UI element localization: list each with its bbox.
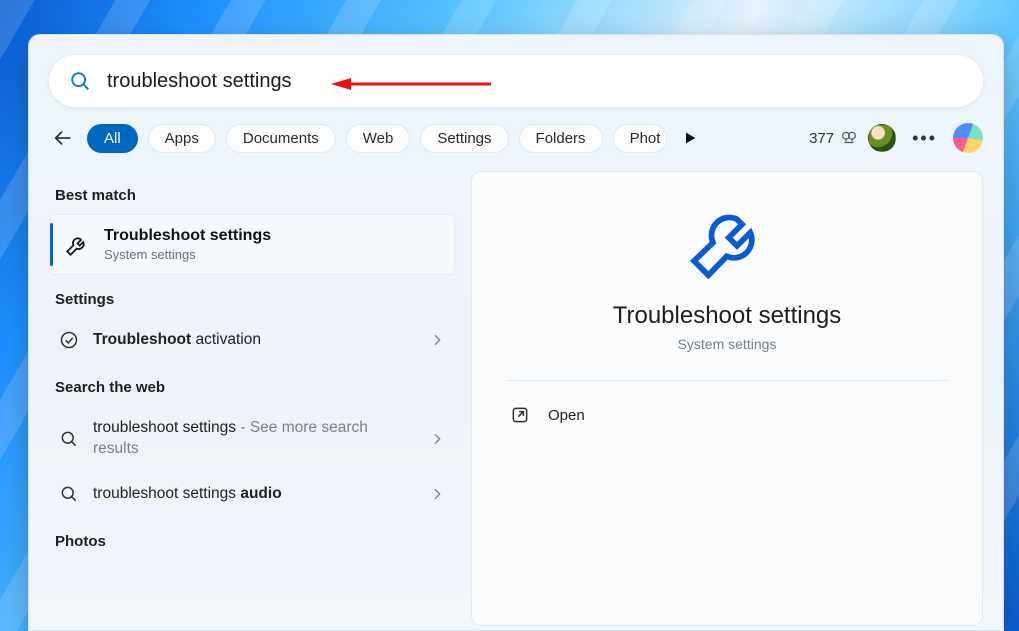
chevron-right-icon — [429, 486, 445, 502]
best-match-title: Troubleshoot settings — [104, 227, 271, 245]
search-icon — [69, 70, 91, 92]
rewards-points[interactable]: 377 — [809, 129, 858, 147]
search-bar[interactable] — [49, 55, 983, 107]
result-web-see-more[interactable]: troubleshoot settings - See more search … — [49, 406, 455, 472]
filter-tabs-row: All Apps Documents Web Settings Folders … — [29, 119, 1003, 163]
chevron-right-icon — [429, 431, 445, 447]
section-settings-label: Settings — [49, 275, 455, 318]
trophy-icon — [840, 129, 858, 147]
detail-title: Troubleshoot settings — [613, 302, 842, 330]
selection-indicator — [50, 223, 53, 266]
best-match-text: Troubleshoot settings System settings — [104, 227, 271, 262]
chevron-right-icon — [429, 332, 445, 348]
tab-documents[interactable]: Documents — [226, 124, 336, 153]
open-action[interactable]: Open — [506, 381, 948, 449]
section-search-web-label: Search the web — [49, 363, 455, 406]
section-best-match-label: Best match — [49, 171, 455, 214]
tab-folders[interactable]: Folders — [519, 124, 603, 153]
detail-subtitle: System settings — [678, 336, 777, 352]
more-options-button[interactable]: ••• — [906, 128, 943, 149]
tab-photos[interactable]: Phot — [613, 124, 668, 153]
account-avatar[interactable] — [868, 124, 896, 152]
result-troubleshoot-activation[interactable]: Troubleshoot activation — [49, 318, 455, 363]
detail-hero: Troubleshoot settings System settings — [506, 200, 948, 381]
tab-all[interactable]: All — [87, 124, 138, 153]
result-text: troubleshoot settings audio — [93, 484, 415, 505]
section-photos-label: Photos — [49, 517, 455, 560]
open-label: Open — [548, 407, 585, 424]
copilot-button[interactable] — [953, 123, 983, 153]
wrench-icon — [684, 200, 770, 286]
search-flyout: All Apps Documents Web Settings Folders … — [28, 34, 1004, 631]
results-list: Best match Troubleshoot settings System … — [49, 171, 455, 626]
best-match-result[interactable]: Troubleshoot settings System settings — [49, 214, 455, 275]
checkmark-circle-icon — [59, 330, 79, 350]
search-icon — [59, 484, 79, 504]
back-button[interactable] — [49, 124, 77, 152]
result-text: Troubleshoot activation — [93, 330, 415, 351]
search-input[interactable] — [105, 69, 963, 94]
tab-web[interactable]: Web — [346, 124, 411, 153]
result-web-audio[interactable]: troubleshoot settings audio — [49, 472, 455, 517]
tab-apps[interactable]: Apps — [148, 124, 216, 153]
detail-pane: Troubleshoot settings System settings Op… — [471, 171, 983, 626]
search-icon — [59, 429, 79, 449]
wrench-icon — [64, 232, 90, 258]
result-text: troubleshoot settings - See more search … — [93, 418, 415, 460]
best-match-subtitle: System settings — [104, 247, 271, 262]
tab-settings[interactable]: Settings — [420, 124, 508, 153]
content-area: Best match Troubleshoot settings System … — [29, 163, 1003, 626]
open-external-icon — [510, 405, 530, 425]
rewards-points-value: 377 — [809, 130, 834, 147]
scroll-right-button[interactable] — [677, 125, 703, 151]
